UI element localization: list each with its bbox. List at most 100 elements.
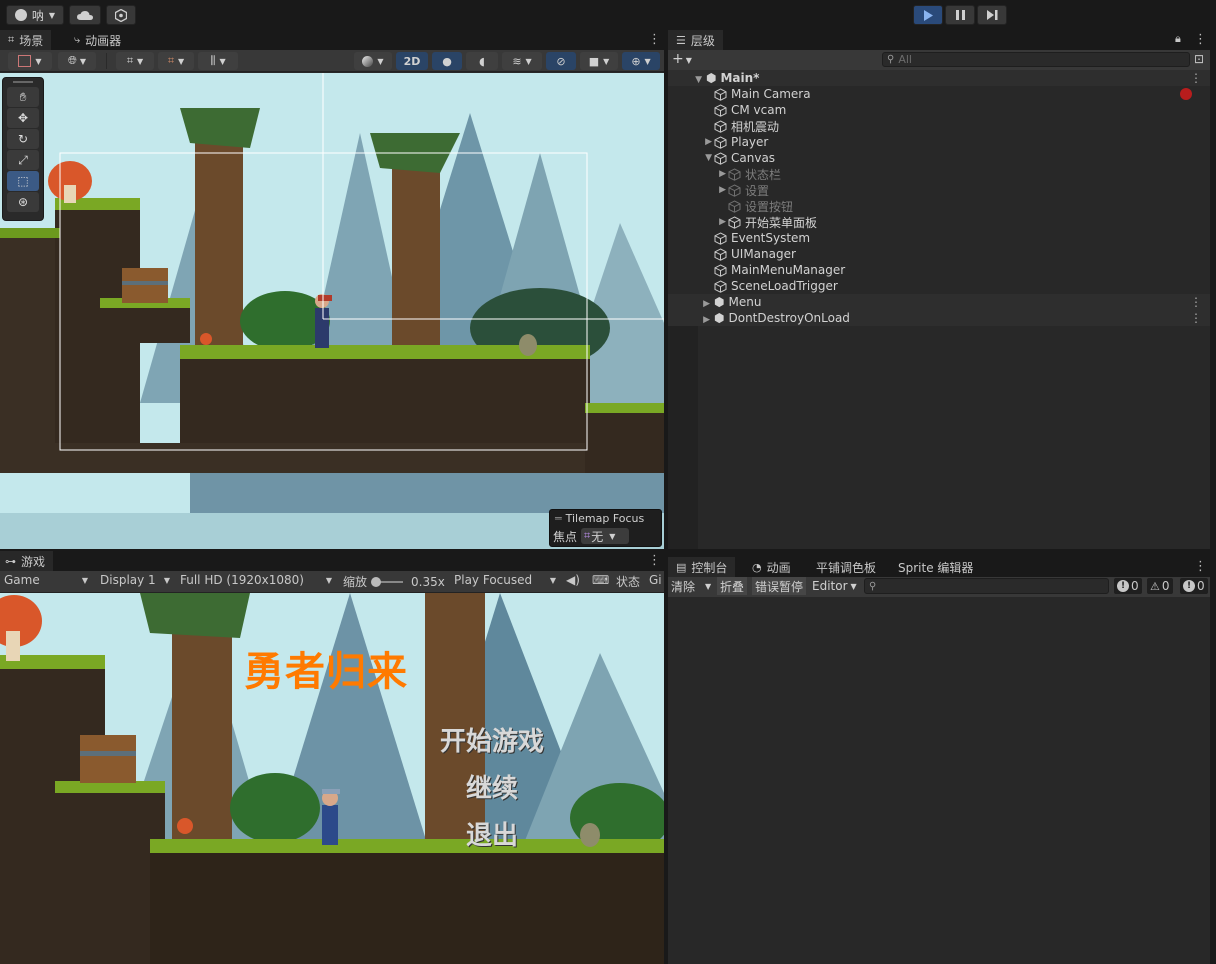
tab-console-label: 控制台: [691, 560, 728, 575]
warning-count-toggle[interactable]: ⚠︎ 0: [1147, 578, 1173, 594]
expand-arrow-icon[interactable]: ▶: [668, 295, 710, 309]
editor-dropdown[interactable]: Editor ▼: [809, 577, 860, 595]
hierarchy-item[interactable]: CM vcam: [668, 102, 1210, 118]
shading-dropdown[interactable]: ▼: [354, 52, 392, 70]
scale-slider[interactable]: [371, 576, 404, 587]
scale-tool-icon[interactable]: ⤢: [7, 150, 39, 170]
menu-continue[interactable]: 继续: [432, 768, 552, 805]
menu-quit[interactable]: 退出: [432, 815, 552, 852]
expand-arrow-icon[interactable]: ▼: [668, 153, 714, 163]
search-options-icon[interactable]: ⊡: [1194, 52, 1204, 66]
scene-menu-icon[interactable]: ⋮: [1190, 311, 1202, 325]
rect-tool-icon[interactable]: ⬚: [7, 171, 39, 191]
scene-row-dontdestroy[interactable]: ▶ ⬢ DontDestroyOnLoad ⋮: [668, 310, 1210, 326]
audio-toggle[interactable]: ◖: [466, 52, 498, 70]
scene-menu-icon[interactable]: ⋮: [1190, 295, 1202, 309]
mute-audio-icon[interactable]: ◀︎): [566, 573, 580, 587]
move-tool-icon[interactable]: ✥: [7, 108, 39, 128]
stats-button[interactable]: 状态: [616, 573, 640, 590]
hand-tool-icon[interactable]: ✋︎: [7, 87, 39, 107]
snap-dropdown[interactable]: ⌗ ▼: [116, 52, 154, 70]
step-button[interactable]: [977, 5, 1007, 25]
play-button[interactable]: [913, 5, 943, 25]
hierarchy-menu-icon[interactable]: ⋮: [1194, 32, 1207, 47]
global-dropdown[interactable]: 🌐︎ ▼: [58, 52, 96, 70]
resolution-dropdown[interactable]: Full HD (1920x1080) ▼: [180, 573, 332, 587]
cloud-button[interactable]: [69, 5, 101, 25]
scene-menu-icon[interactable]: ⋮: [1190, 71, 1202, 85]
hierarchy-item[interactable]: SceneLoadTrigger: [668, 278, 1210, 294]
scale-slider-thumb[interactable]: [371, 576, 382, 587]
collab-button[interactable]: [106, 5, 136, 25]
game-menu-icon[interactable]: ⋮: [648, 553, 661, 568]
hierarchy-item[interactable]: 设置按钮: [668, 198, 1210, 214]
create-button[interactable]: + ▼: [672, 51, 692, 67]
tab-console[interactable]: ▤ 控制台: [668, 557, 736, 577]
expand-arrow-icon[interactable]: ▶: [668, 137, 714, 147]
hierarchy-item-label: EventSystem: [731, 231, 811, 245]
draw-mode-dropdown[interactable]: ▼: [8, 52, 52, 70]
gizmos-button[interactable]: Gi: [649, 573, 662, 587]
increment-dropdown[interactable]: ⫼ ▼: [198, 52, 238, 70]
display-dropdown[interactable]: Display 1 ▼: [100, 573, 170, 587]
game-mode-dropdown[interactable]: Game ▼: [4, 573, 88, 587]
toggle-2d-button[interactable]: 2D: [396, 52, 428, 70]
error-pause-toggle[interactable]: 错误暂停: [752, 577, 807, 595]
tab-sprite-editor[interactable]: Sprite 编辑器: [890, 557, 981, 577]
cloud-icon: [77, 10, 93, 20]
expand-arrow-icon[interactable]: ▶: [668, 311, 710, 325]
expand-arrow-icon[interactable]: ▶: [668, 185, 728, 195]
hierarchy-item[interactable]: ▶ 设置: [668, 182, 1210, 198]
error-count-toggle[interactable]: ! 0: [1180, 578, 1208, 594]
console-search[interactable]: ⚲: [864, 578, 1109, 594]
palette-handle[interactable]: [3, 78, 43, 86]
info-count-toggle[interactable]: ! 0: [1114, 578, 1142, 594]
menu-start-game[interactable]: 开始游戏: [432, 721, 552, 758]
expand-arrow-icon[interactable]: ▶: [668, 217, 728, 227]
tab-hierarchy[interactable]: ☰ 层级: [668, 30, 723, 50]
play-mode-dropdown[interactable]: Play Focused ▼: [454, 573, 556, 587]
tab-animator[interactable]: ⤷ 动画器: [66, 30, 129, 50]
game-viewport[interactable]: 勇者归来 开始游戏 继续 退出: [0, 593, 664, 964]
hierarchy-item[interactable]: ▶ Player: [668, 134, 1210, 150]
gizmo-globe-icon: ⊕: [631, 54, 641, 68]
grid-dropdown[interactable]: ⌗ ▼: [158, 52, 194, 70]
hierarchy-item[interactable]: MainMenuManager: [668, 262, 1210, 278]
effects-dropdown[interactable]: ≋ ▼: [502, 52, 542, 70]
scene-row-main[interactable]: ▼ ⬢ Main* ⋮: [668, 70, 1210, 86]
scene-viewport[interactable]: ✋︎ ✥ ↻ ⤢ ⬚ ⊛ ═ Tilemap Focus 焦点 ⌗ 无 ▼: [0, 73, 664, 549]
gizmos-dropdown[interactable]: ⊕ ▼: [622, 52, 660, 70]
hierarchy-item[interactable]: ▶ 开始菜单面板: [668, 214, 1210, 230]
collapse-toggle[interactable]: 折叠: [717, 577, 748, 595]
camera-dropdown[interactable]: ■ ▼: [580, 52, 618, 70]
hierarchy-item[interactable]: ▶ 状态栏: [668, 166, 1210, 182]
lock-icon[interactable]: 🔒︎: [1175, 32, 1181, 46]
tab-animation[interactable]: ◔ 动画: [744, 557, 799, 577]
focus-dropdown[interactable]: ⌗ 无 ▼: [581, 528, 630, 544]
hierarchy-item[interactable]: UIManager: [668, 246, 1210, 262]
unity-scene-icon: ⬢: [714, 311, 725, 325]
expand-arrow-icon[interactable]: ▶: [668, 169, 728, 179]
tab-tile-palette[interactable]: 平铺调色板: [808, 557, 884, 577]
account-dropdown[interactable]: 呐 ▼: [6, 5, 64, 25]
visibility-toggle[interactable]: ⊘: [546, 52, 576, 70]
scene-row-menu[interactable]: ▶ ⬢ Menu ⋮: [668, 294, 1210, 310]
transform-tool-icon[interactable]: ⊛: [7, 192, 39, 212]
scale-label: 缩放: [343, 575, 368, 589]
lighting-toggle[interactable]: ●: [432, 52, 462, 70]
drag-handle-icon[interactable]: ═: [555, 512, 562, 525]
scene-menu-icon[interactable]: ⋮: [648, 32, 661, 47]
tab-game[interactable]: ⊶ 游戏: [0, 551, 54, 571]
expand-arrow-icon[interactable]: ▼: [668, 71, 702, 85]
hierarchy-item[interactable]: 相机震动: [668, 118, 1210, 134]
hierarchy-search[interactable]: ⚲ All: [882, 52, 1190, 67]
clear-button[interactable]: 清除 ▼: [668, 577, 714, 595]
pause-button[interactable]: [945, 5, 975, 25]
hierarchy-item[interactable]: Main Camera: [668, 86, 1210, 102]
keyboard-icon[interactable]: ⌨︎: [592, 573, 609, 587]
console-menu-icon[interactable]: ⋮: [1194, 559, 1207, 574]
rotate-tool-icon[interactable]: ↻: [7, 129, 39, 149]
tab-scene[interactable]: ⌗ 场景: [0, 30, 52, 50]
hierarchy-item[interactable]: EventSystem: [668, 230, 1210, 246]
hierarchy-item[interactable]: ▼ Canvas: [668, 150, 1210, 166]
